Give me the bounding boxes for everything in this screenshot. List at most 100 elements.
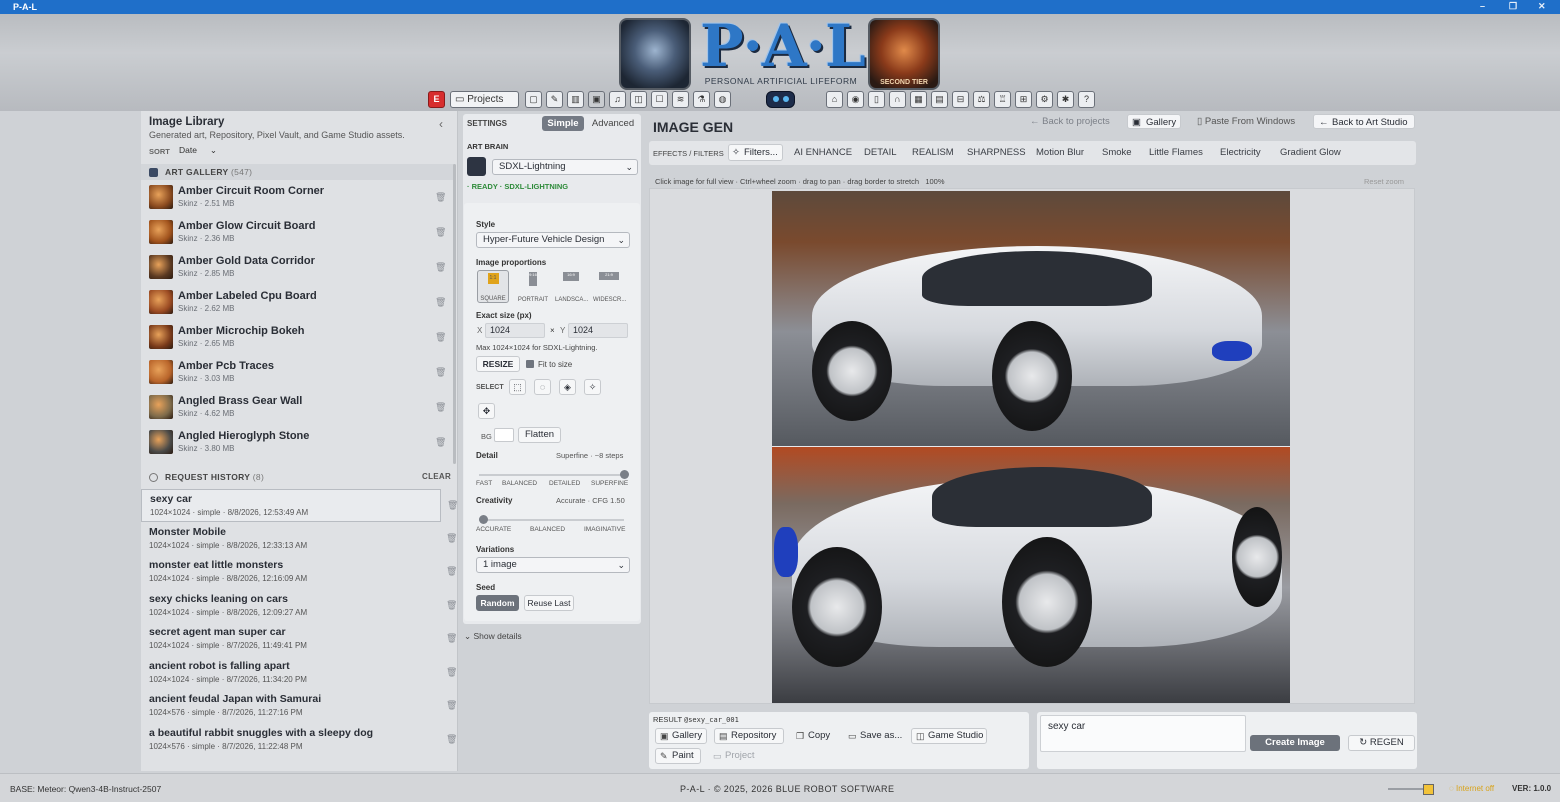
archive-icon[interactable]: ▤: [931, 91, 948, 108]
art-gallery-header[interactable]: ART GALLERY (547): [141, 164, 454, 180]
audio-wave-icon[interactable]: ≋: [672, 91, 689, 108]
prompt-input[interactable]: sexy car: [1040, 715, 1246, 752]
vault-icon[interactable]: ⊟: [952, 91, 969, 108]
paint-button[interactable]: ✎ Paint: [655, 748, 701, 764]
history-item[interactable]: Monster Mobile 1024×1024 · simple · 8/8/2…: [141, 523, 457, 556]
delete-icon[interactable]: 🗑: [446, 566, 457, 577]
bg-color-swatch[interactable]: [494, 428, 514, 442]
detail-slider-knob[interactable]: [620, 470, 629, 479]
flatten-button[interactable]: Flatten: [518, 427, 561, 443]
proportion-square[interactable]: 1:1 SQUARE: [477, 270, 509, 303]
history-item[interactable]: secret agent man super car 1024×1024 · si…: [141, 623, 457, 656]
height-input[interactable]: 1024: [568, 323, 628, 338]
history-item[interactable]: a beautiful rabbit snuggles with a sleep…: [141, 724, 457, 757]
regen-button[interactable]: ↻ REGEN: [1348, 735, 1415, 751]
delete-icon[interactable]: 🗑: [447, 500, 458, 511]
proportion-landscape[interactable]: 16:9 LANDSCA...: [555, 270, 588, 303]
reset-zoom-button[interactable]: Reset zoom: [1364, 177, 1404, 186]
tab-advanced[interactable]: Advanced: [589, 116, 637, 131]
effect-detail[interactable]: DETAIL: [864, 147, 897, 158]
delete-icon[interactable]: 🗑: [435, 262, 446, 273]
pencil-icon[interactable]: ✎: [546, 91, 563, 108]
effect-ai-enhance[interactable]: AI ENHANCE: [794, 147, 852, 158]
proportion-portrait[interactable]: 9:16 PORTRAIT: [517, 270, 549, 303]
minimize-button[interactable]: –: [1480, 1, 1485, 11]
delete-icon[interactable]: 🗑: [435, 227, 446, 238]
gallery-item[interactable]: Angled Hieroglyph Stone Skinz · 3.80 MB 🗑: [141, 427, 454, 462]
image-canvas[interactable]: [649, 188, 1415, 704]
library-scrollbar[interactable]: [453, 164, 456, 464]
magic-wand-icon[interactable]: ✧: [584, 379, 601, 395]
scale-icon[interactable]: ⚖: [973, 91, 990, 108]
collapse-chevron-icon[interactable]: ‹: [439, 117, 443, 131]
music-icon[interactable]: ♫: [609, 91, 626, 108]
gallery-item[interactable]: Angled Brass Gear Wall Skinz · 4.62 MB 🗑: [141, 392, 454, 427]
help-icon[interactable]: ?: [1078, 91, 1095, 108]
globe-icon[interactable]: ◍: [714, 91, 731, 108]
book-icon[interactable]: ▥: [567, 91, 584, 108]
gear-icon[interactable]: ⚙: [1036, 91, 1053, 108]
trophy-icon[interactable]: ♖: [994, 91, 1011, 108]
effect-sharpness[interactable]: SHARPNESS: [967, 147, 1026, 158]
headset-icon[interactable]: ∩: [889, 91, 906, 108]
delete-icon[interactable]: 🗑: [446, 633, 457, 644]
home-icon[interactable]: ⌂: [826, 91, 843, 108]
result-repository-button[interactable]: ▤ Repository: [714, 728, 784, 744]
projects-button[interactable]: ▭ Projects: [450, 91, 519, 108]
chat-icon[interactable]: ▢: [525, 91, 542, 108]
tab-simple[interactable]: Simple: [542, 116, 584, 131]
proportion-widescreen[interactable]: 21:9 WIDESCR...: [593, 270, 626, 303]
maximize-button[interactable]: ❐: [1509, 1, 1517, 12]
bug-icon[interactable]: ✱: [1057, 91, 1074, 108]
gallery-item[interactable]: Amber Gold Data Corridor Skinz · 2.85 MB 🗑: [141, 252, 454, 287]
gallery-item[interactable]: Amber Glow Circuit Board Skinz · 2.36 MB 🗑: [141, 217, 454, 252]
effect-electricity[interactable]: Electricity: [1220, 147, 1261, 158]
width-input[interactable]: 1024: [485, 323, 545, 338]
gallery-item[interactable]: Amber Pcb Traces Skinz · 3.03 MB 🗑: [141, 357, 454, 392]
creativity-slider-track[interactable]: [479, 519, 624, 521]
fit-to-size-checkbox[interactable]: [526, 360, 534, 368]
back-to-art-studio-button[interactable]: ← Back to Art Studio: [1313, 114, 1415, 129]
create-image-button[interactable]: Create Image: [1250, 735, 1340, 751]
delete-icon[interactable]: 🗑: [435, 367, 446, 378]
delete-icon[interactable]: 🗑: [446, 734, 457, 745]
project-button[interactable]: ▭ Project: [709, 748, 755, 764]
gallery-item[interactable]: Amber Circuit Room Corner Skinz · 2.51 MB…: [141, 182, 454, 217]
effect-motion-blur[interactable]: Motion Blur: [1036, 147, 1084, 158]
volume-slider[interactable]: [1388, 784, 1434, 795]
resize-button[interactable]: RESIZE: [476, 356, 520, 372]
back-to-projects-link[interactable]: ← Back to projects: [1030, 114, 1110, 129]
history-item[interactable]: ancient feudal Japan with Samurai 1024×57…: [141, 690, 457, 723]
lasso-icon[interactable]: ◌: [534, 379, 551, 395]
result-save-as-button[interactable]: ▭ Save as...: [844, 728, 902, 744]
trash-bin-icon[interactable]: ▯: [868, 91, 885, 108]
map-icon[interactable]: ⊞: [1015, 91, 1032, 108]
history-item[interactable]: sexy car 1024×1024 · simple · 8/8/2026, 1…: [141, 489, 458, 522]
delete-icon[interactable]: 🗑: [435, 332, 446, 343]
effect-smoke[interactable]: Smoke: [1102, 147, 1132, 158]
effect-realism[interactable]: REALISM: [912, 147, 954, 158]
detail-slider-track[interactable]: [479, 474, 624, 476]
style-select[interactable]: Hyper-Future Vehicle Design ⌄: [476, 232, 630, 248]
delete-icon[interactable]: 🗑: [446, 700, 457, 711]
show-details-toggle[interactable]: ⌄ Show details: [464, 631, 522, 642]
effect-gradient-glow[interactable]: Gradient Glow: [1280, 147, 1341, 158]
gallery-item[interactable]: Amber Labeled Cpu Board Skinz · 2.62 MB 🗑: [141, 287, 454, 322]
chip-icon[interactable]: ▦: [910, 91, 927, 108]
sort-select[interactable]: Date ⌄: [175, 144, 217, 157]
delete-icon[interactable]: 🗑: [446, 667, 457, 678]
flask-icon[interactable]: ⚗: [693, 91, 710, 108]
delete-icon[interactable]: 🗑: [435, 297, 446, 308]
delete-icon[interactable]: 🗑: [435, 402, 446, 413]
delete-icon[interactable]: 🗑: [446, 533, 457, 544]
rect-select-icon[interactable]: ⬚: [509, 379, 526, 395]
compass-icon[interactable]: ◉: [847, 91, 864, 108]
bot-icon[interactable]: ☐: [651, 91, 668, 108]
history-item[interactable]: sexy chicks leaning on cars 1024×1024 · s…: [141, 590, 457, 623]
generated-image[interactable]: [772, 191, 1290, 703]
history-item[interactable]: monster eat little monsters 1024×1024 · s…: [141, 556, 457, 589]
gallery-item[interactable]: Amber Microchip Bokeh Skinz · 2.65 MB 🗑: [141, 322, 454, 357]
gallery-button[interactable]: ▣ Gallery: [1127, 114, 1181, 129]
delete-icon[interactable]: 🗑: [435, 437, 446, 448]
delete-icon[interactable]: 🗑: [446, 600, 457, 611]
